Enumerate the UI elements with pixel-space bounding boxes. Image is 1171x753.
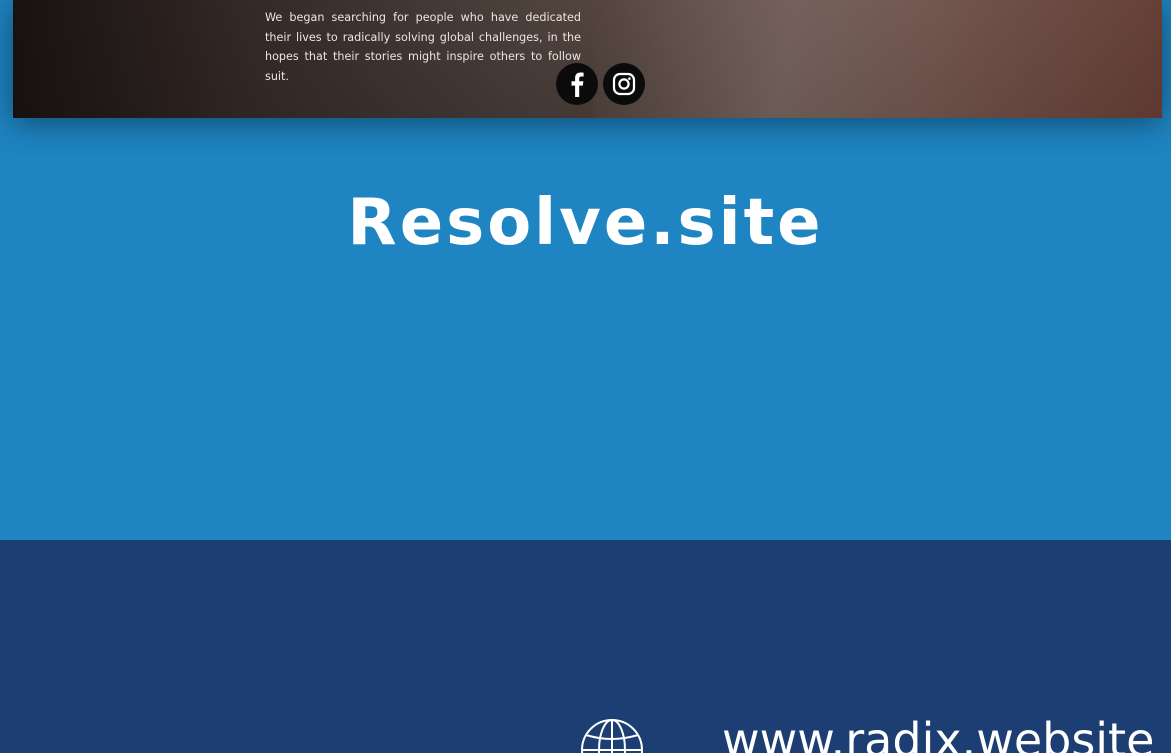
hero-background-road [593, 0, 1153, 118]
main-section: We began searching for people who have d… [0, 0, 1171, 540]
hero-image: We began searching for people who have d… [13, 0, 1162, 118]
website-link[interactable]: www.radix.website [722, 710, 1154, 753]
facebook-icon[interactable] [556, 63, 598, 105]
hero-description: We began searching for people who have d… [265, 11, 581, 83]
instagram-icon[interactable] [603, 63, 645, 105]
footer: www.radix.website [0, 540, 1171, 753]
page-title: Resolve.site [347, 186, 824, 260]
globe-icon [580, 718, 644, 753]
